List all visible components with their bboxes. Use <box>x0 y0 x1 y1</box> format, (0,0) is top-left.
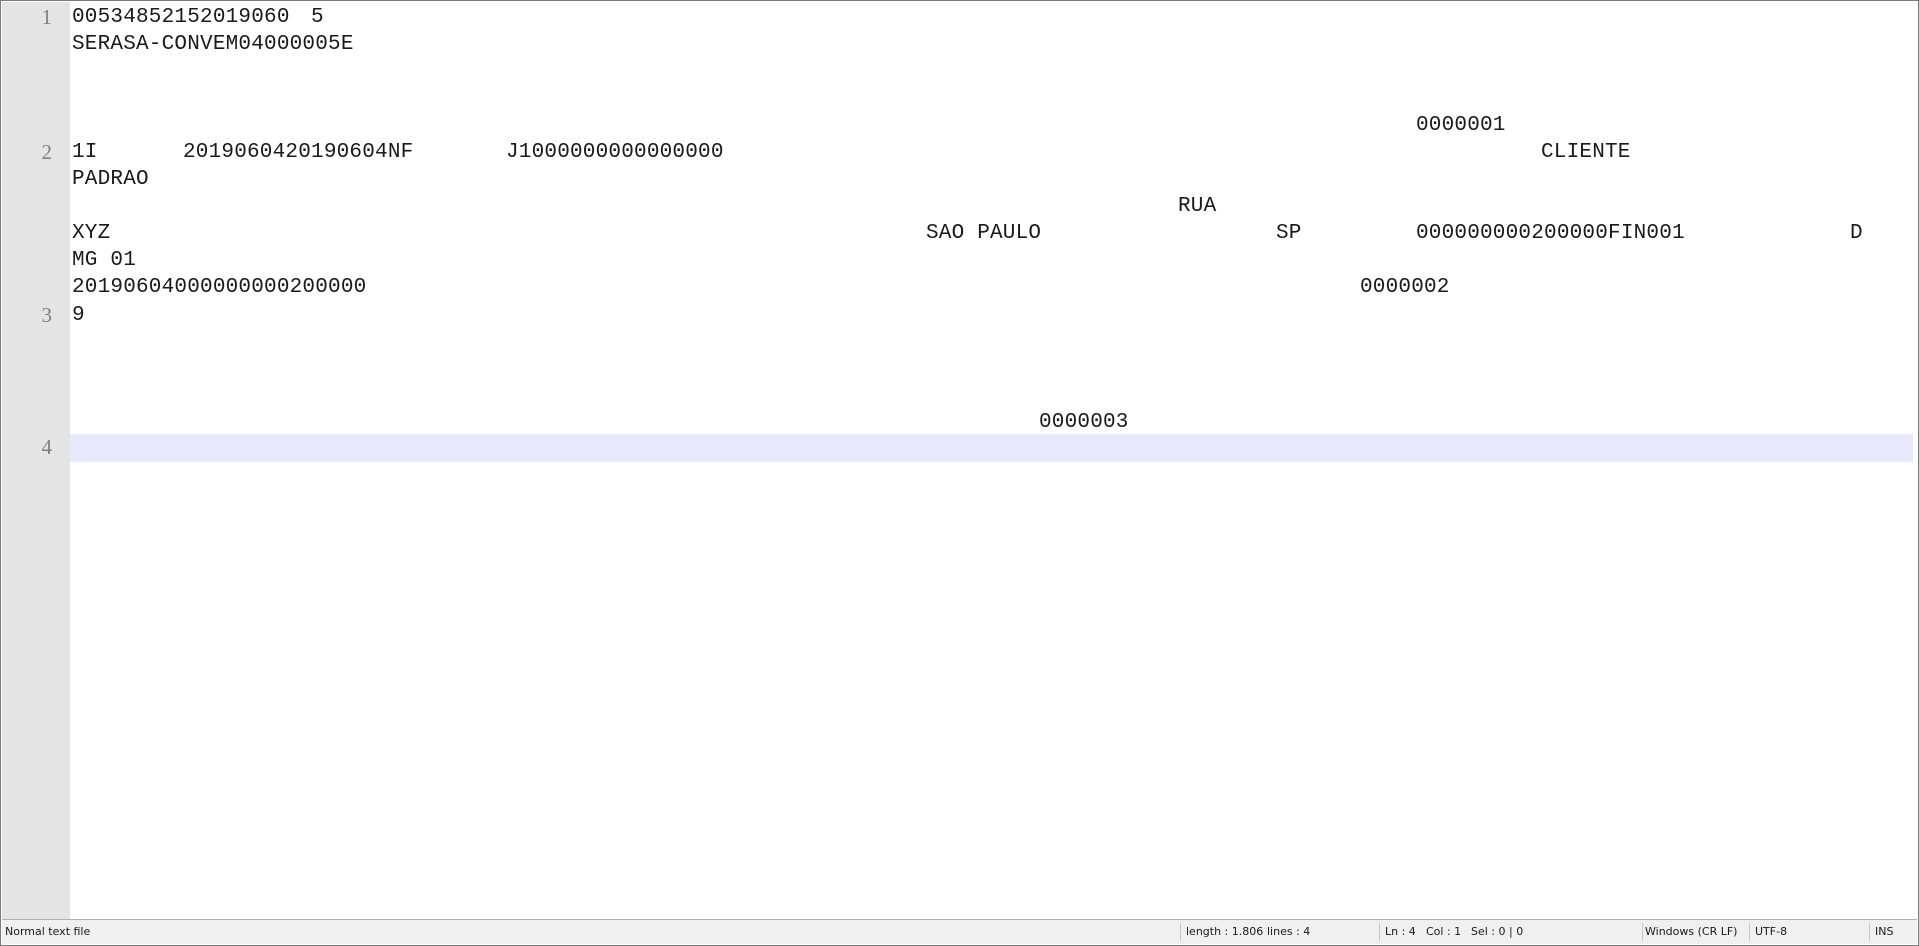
text-line-2-part-1: 1I <box>72 141 98 164</box>
status-ln: Ln : 4 <box>1385 925 1416 938</box>
status-col: Col : 1 <box>1426 925 1462 938</box>
status-lines: lines : 4 <box>1267 925 1311 938</box>
text-editor[interactable]: 1 2 3 4 00534852152019060 5 SERASA-CONVE… <box>2 2 1917 920</box>
status-insert-mode[interactable]: INS <box>1872 920 1893 944</box>
text-line-2-part-4: CLIENTE <box>1541 141 1631 164</box>
text-line-2-part-11: D <box>1850 222 1863 245</box>
text-line-3-part-1: 9 <box>72 304 85 327</box>
text-line-2-part-7: XYZ <box>72 222 111 245</box>
text-line-2-part-6: RUA <box>1178 195 1217 218</box>
text-line-2-part-2: 2019060420190604NF <box>183 141 414 164</box>
text-line-2-part-8: SAO PAULO <box>926 222 1042 245</box>
status-divider <box>1869 923 1870 941</box>
status-divider <box>1180 923 1181 941</box>
text-line-2-part-5: PADRAO <box>72 168 149 191</box>
status-bar: Normal text file length : 1.806 lines : … <box>2 919 1917 944</box>
line-number-4: 4 <box>41 435 53 459</box>
line-number-gutter: 1 2 3 4 <box>2 2 70 920</box>
text-line-3-part-2: 0000003 <box>1039 411 1129 434</box>
current-line-highlight <box>70 434 1913 462</box>
line-number-2: 2 <box>41 140 53 164</box>
text-line-2-part-14: 0000002 <box>1360 276 1450 299</box>
text-line-1-part-3: SERASA-CONVEM04000005E <box>72 33 354 56</box>
status-encoding[interactable]: UTF-8 <box>1752 920 1787 944</box>
line-number-1: 1 <box>41 5 53 29</box>
text-line-2-part-12: MG 01 <box>72 249 137 272</box>
status-eol[interactable]: Windows (CR LF) <box>1642 920 1737 944</box>
line-number-3: 3 <box>41 303 53 327</box>
status-sel: Sel : 0 | 0 <box>1471 925 1524 938</box>
text-line-1-part-4: 0000001 <box>1416 114 1506 137</box>
status-divider <box>1379 923 1380 941</box>
text-line-2-part-9: SP <box>1276 222 1302 245</box>
text-line-2-part-3: J1000000000000000 <box>506 141 724 164</box>
status-length: length : 1.806 <box>1186 925 1264 938</box>
text-line-2-part-13: 20190604000000000200000 <box>72 276 367 299</box>
status-divider <box>1749 923 1750 941</box>
status-file-type: Normal text file <box>5 925 91 938</box>
text-line-2-part-10: 000000000200000FIN001 <box>1416 222 1685 245</box>
notepad-window: 1 2 3 4 00534852152019060 5 SERASA-CONVE… <box>0 0 1919 946</box>
text-line-1-part-1: 00534852152019060 <box>72 6 290 29</box>
text-line-1-part-2: 5 <box>311 6 324 29</box>
